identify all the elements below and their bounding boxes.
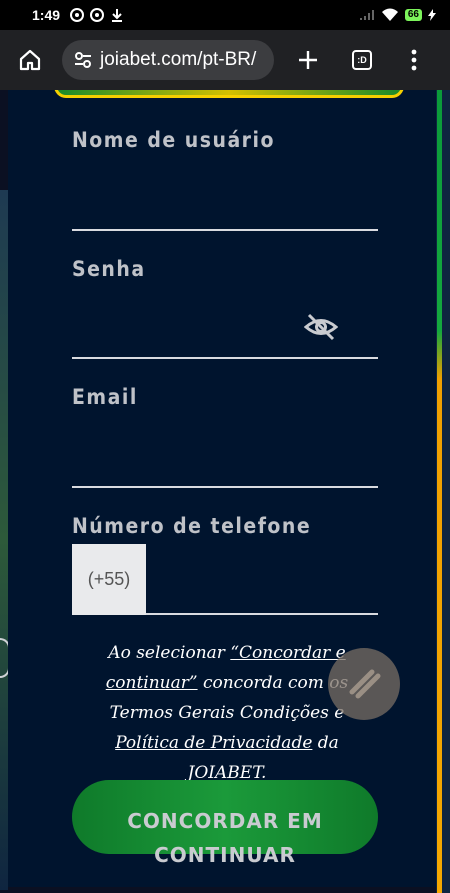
charging-icon <box>428 9 436 21</box>
terms-text: Ao selecionar “Concordar e continuar” co… <box>92 638 362 788</box>
terms-prefix: Ao selecionar <box>108 643 231 663</box>
download-icon <box>110 8 124 22</box>
status-bar: 1:49 66 <box>0 0 450 30</box>
tab-switcher-button[interactable]: :D <box>342 40 382 80</box>
email-input[interactable] <box>72 486 378 488</box>
modal-top-banner <box>54 90 404 98</box>
new-tab-button[interactable] <box>288 40 328 80</box>
chat-icon <box>349 669 381 699</box>
wifi-icon <box>381 8 398 21</box>
privacy-policy-link[interactable]: Política de Privacidade <box>115 733 312 753</box>
eye-off-icon[interactable] <box>304 312 338 342</box>
home-icon <box>19 49 41 71</box>
status-right: 66 <box>359 8 436 22</box>
email-label: Email <box>72 385 138 409</box>
address-bar[interactable]: joiabet.com/pt-BR/ <box>62 40 274 80</box>
status-notification-icons <box>70 8 124 22</box>
registration-modal: Nome de usuário Senha Email Número de te… <box>8 90 436 887</box>
home-button[interactable] <box>10 40 50 80</box>
password-input[interactable] <box>72 357 378 359</box>
notification-icon <box>70 8 85 22</box>
phone-label: Número de telefone <box>72 514 312 538</box>
phone-country-code[interactable]: (+55) <box>72 544 146 615</box>
scrollbar[interactable] <box>437 90 442 893</box>
url-text: joiabet.com/pt-BR/ <box>100 49 257 70</box>
plus-icon <box>299 51 317 69</box>
username-label: Nome de usuário <box>72 128 275 152</box>
background-strip <box>0 190 8 890</box>
web-page: Nome de usuário Senha Email Número de te… <box>0 90 450 893</box>
menu-button[interactable] <box>394 40 434 80</box>
notification-icon <box>90 8 105 22</box>
status-time: 1:49 <box>32 7 61 23</box>
username-input[interactable] <box>72 229 378 231</box>
site-settings-icon[interactable] <box>74 51 92 69</box>
phone-input[interactable] <box>146 613 378 615</box>
agree-continue-button[interactable]: CONCORDAR EM CONTINUAR <box>72 780 378 867</box>
signal-icon <box>359 10 374 20</box>
browser-toolbar: joiabet.com/pt-BR/ :D <box>0 30 450 90</box>
battery-indicator: 66 <box>404 9 422 21</box>
tabs-count: :D <box>352 50 372 70</box>
more-vert-icon <box>411 49 417 71</box>
password-label: Senha <box>72 257 146 281</box>
floating-help-button[interactable] <box>328 648 400 720</box>
